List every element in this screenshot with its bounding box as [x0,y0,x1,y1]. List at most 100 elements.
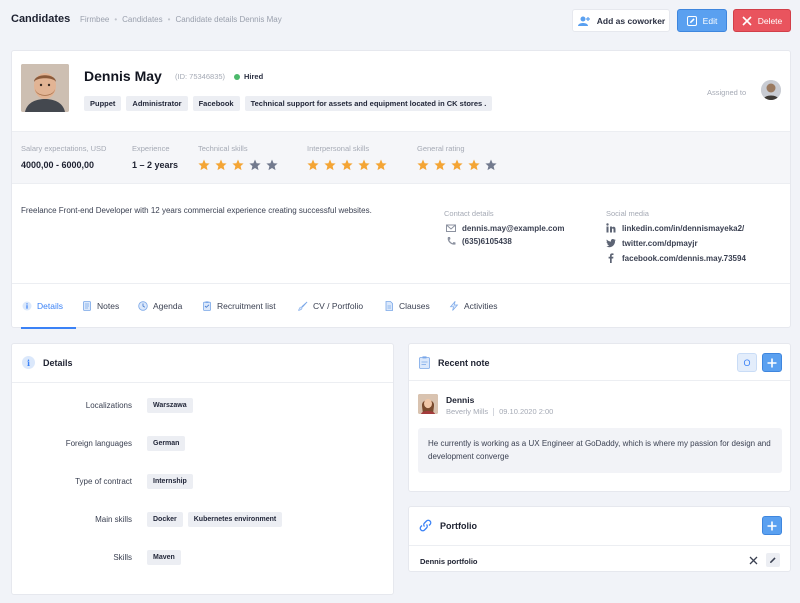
star-empty-icon[interactable] [266,159,278,171]
portfolio-title: Portfolio [440,520,477,531]
add-note-button[interactable] [762,353,782,372]
breadcrumb-firmbee[interactable]: Firmbee [80,15,109,24]
details-card: i Details Localizations Warszawa Foreign… [11,343,394,595]
tab-cv-portfolio-label: CV / Portfolio [313,301,364,311]
plus-icon [767,358,777,367]
star-filled-icon[interactable] [375,159,387,171]
star-filled-icon[interactable] [417,159,429,171]
detail-tag: Docker [147,512,183,527]
experience-value: 1 – 2 years [132,160,179,170]
status-label: Hired [244,72,264,81]
social-twitter[interactable]: twitter.com/dpmayjr [606,238,698,248]
add-as-coworker-button[interactable]: Add as coworker [572,9,670,32]
contact-details-title: Contact details [444,209,494,218]
pencil-icon [686,15,697,26]
star-rating[interactable] [307,159,387,171]
breadcrumb-candidates[interactable]: Candidates [122,15,162,24]
star-empty-icon[interactable] [249,159,261,171]
breadcrumb: Firmbee • Candidates • Candidate details Den… [80,15,282,24]
star-rating[interactable] [417,159,497,171]
active-tab-indicator [21,327,76,329]
notes-toggle-button[interactable]: O [737,353,757,372]
candidate-summary: Freelance Front-end Developer with 12 ye… [21,206,372,215]
star-filled-icon[interactable] [468,159,480,171]
star-filled-icon[interactable] [358,159,370,171]
candidate-id: (ID: 75346835) [175,72,226,81]
star-filled-icon[interactable] [307,159,319,171]
tab-agenda[interactable]: Agenda [138,301,182,311]
note-author-avatar [418,394,438,414]
tab-clauses[interactable]: Clauses [384,301,430,311]
star-filled-icon[interactable] [434,159,446,171]
brush-icon [298,301,308,311]
detail-values: German [147,436,186,451]
interpersonal-skills-stat: Interpersonal skills [307,144,387,171]
plus-icon [767,521,777,530]
contact-phone[interactable]: (635)6105438 [446,236,512,246]
detail-values: Maven [147,550,181,565]
tab-notes[interactable]: Notes [82,301,119,311]
note-icon [419,356,430,369]
tab-clauses-label: Clauses [399,301,430,311]
candidate-tags: Puppet Administrator Facebook Technical … [84,96,493,111]
document-icon [385,301,393,311]
info-icon: i [22,356,35,369]
star-filled-icon[interactable] [341,159,353,171]
candidate-name: Dennis May [84,68,162,84]
star-empty-icon[interactable] [485,159,497,171]
portfolio-header: Portfolio [419,519,477,532]
note-date: 09.10.2020 2:00 [499,407,554,416]
tab-details[interactable]: Details [22,301,63,311]
tab-notes-label: Notes [97,301,120,311]
divider [409,380,790,381]
salary-stat: Salary expectations, USD 4000,00 - 6000,… [21,144,106,170]
experience-stat: Experience 1 – 2 years [132,144,178,170]
assigned-avatar[interactable] [761,80,781,100]
edit-button[interactable]: Edit [677,9,727,32]
notes-icon [83,301,91,311]
close-icon [742,15,752,26]
remove-portfolio-button[interactable] [746,553,760,567]
tab-recruitment-list[interactable]: Recruitment list [202,301,276,311]
detail-values: Docker Kubernetes environment [147,512,283,527]
contact-email[interactable]: dennis.may@example.com [446,223,565,233]
detail-values: Internship [147,474,193,489]
link-icon [419,519,432,532]
detail-label: Skills [113,553,132,562]
facebook-icon [608,253,614,263]
portfolio-item[interactable]: Dennis portfolio [420,557,478,566]
star-filled-icon[interactable] [232,159,244,171]
email-value: dennis.may@example.com [462,223,565,233]
star-rating[interactable] [198,159,278,171]
detail-tag: Internship [147,474,193,489]
delete-button[interactable]: Delete [733,9,791,32]
page-title: Candidates [11,13,71,25]
edit-portfolio-button[interactable] [766,553,780,567]
recent-note-card: Recent note O Dennis Beverly Mills 09.10.… [408,343,791,492]
details-header: i Details [22,356,73,369]
tab-activities[interactable]: Activities [449,301,498,311]
recent-note-header: Recent note [419,356,490,369]
clock-icon [138,301,148,311]
add-portfolio-button[interactable] [762,516,782,535]
facebook-value: facebook.com/dennis.may.73594 [622,253,746,263]
star-filled-icon[interactable] [198,159,210,171]
tabs-divider [12,283,790,284]
social-linkedin[interactable]: linkedin.com/in/dennismayeka2/ [606,223,744,233]
close-icon [749,556,757,564]
tag: Facebook [192,96,240,111]
social-media-title: Social media [606,209,649,218]
detail-label: Localizations [85,401,132,410]
star-filled-icon[interactable] [451,159,463,171]
tab-details-label: Details [37,301,63,311]
detail-label: Type of contract [75,477,132,486]
technical-skills-label: Technical skills [198,144,248,153]
star-filled-icon[interactable] [324,159,336,171]
add-as-coworker-label: Add as coworker [596,15,666,26]
status-dot-icon [234,73,240,80]
clipboard-icon [203,301,211,311]
social-facebook[interactable]: facebook.com/dennis.may.73594 [606,253,746,263]
note-body: He currently is working as a UX Engineer… [418,428,782,473]
tab-cv-portfolio[interactable]: CV / Portfolio [298,301,363,311]
star-filled-icon[interactable] [215,159,227,171]
